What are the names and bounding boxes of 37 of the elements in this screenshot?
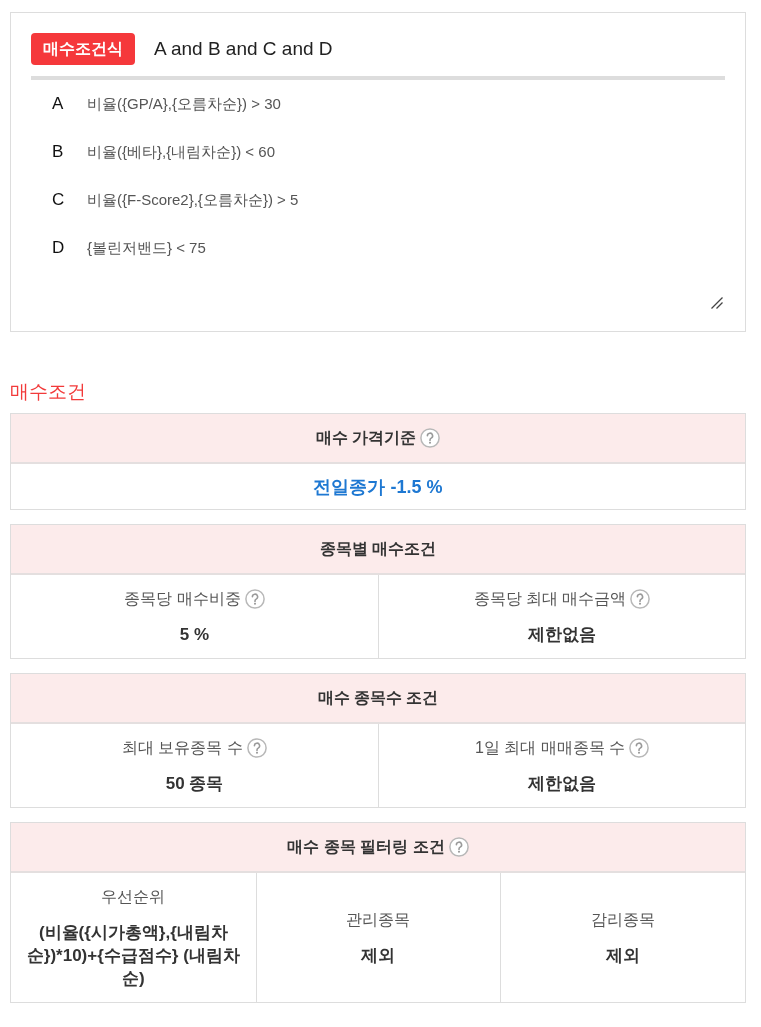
cell-label: 우선순위 [101,887,166,907]
help-icon[interactable] [246,738,267,758]
help-icon[interactable] [629,738,650,758]
condition-letter: D [52,237,66,260]
cell-value: 제한없음 [528,624,596,646]
cell-value: 제외 [606,945,641,967]
resize-grip-icon[interactable] [711,297,723,309]
help-icon[interactable] [244,589,265,609]
panel-title: 종목별 매수조건 [319,539,437,559]
cell-label: 1일 최대 매매종목 수 [474,738,626,758]
section-title: 매수조건 [10,380,87,404]
cell-label: 종목당 최대 매수금액 [473,589,627,609]
cell-value: 제한없음 [528,773,596,795]
condition-text: 비율({F-Score2},{오름차순}) > 5 [87,189,299,210]
cell-label: 관리종목 [346,910,411,930]
cell-label: 감리종목 [591,910,656,930]
cell-value: 제외 [361,945,396,967]
condition-text: 비율({베타},{내림차순}) < 60 [87,141,275,162]
formula-badge: 매수조건식 [31,33,135,65]
cell-value: 5 % [179,624,210,646]
condition-text: {볼린저밴드} < 75 [87,237,206,258]
help-icon[interactable] [630,589,651,609]
help-icon[interactable] [448,837,469,857]
condition-text: 비율({GP/A},{오름차순}) > 30 [87,93,281,114]
condition-letter: C [52,189,66,212]
panel-title: 매수 종목수 조건 [317,688,439,708]
cell-label: 종목당 매수비중 [124,589,241,609]
cell-value: (비율({시가총액},{내림차순})*10)+{수급점수} (내림차순) [25,922,241,990]
condition-letter: B [52,141,65,164]
panel-title: 매수 가격기준 [315,428,417,448]
formula-expression: A and B and C and D [154,37,333,61]
panel-title: 매수 종목 필터링 조건 [287,837,445,857]
help-icon[interactable] [420,428,441,448]
price-basis-value: 전일종가 -1.5 % [313,475,443,499]
cell-label: 최대 보유종목 수 [122,738,243,758]
cell-value: 50 종목 [165,773,224,795]
condition-letter: A [52,93,65,116]
